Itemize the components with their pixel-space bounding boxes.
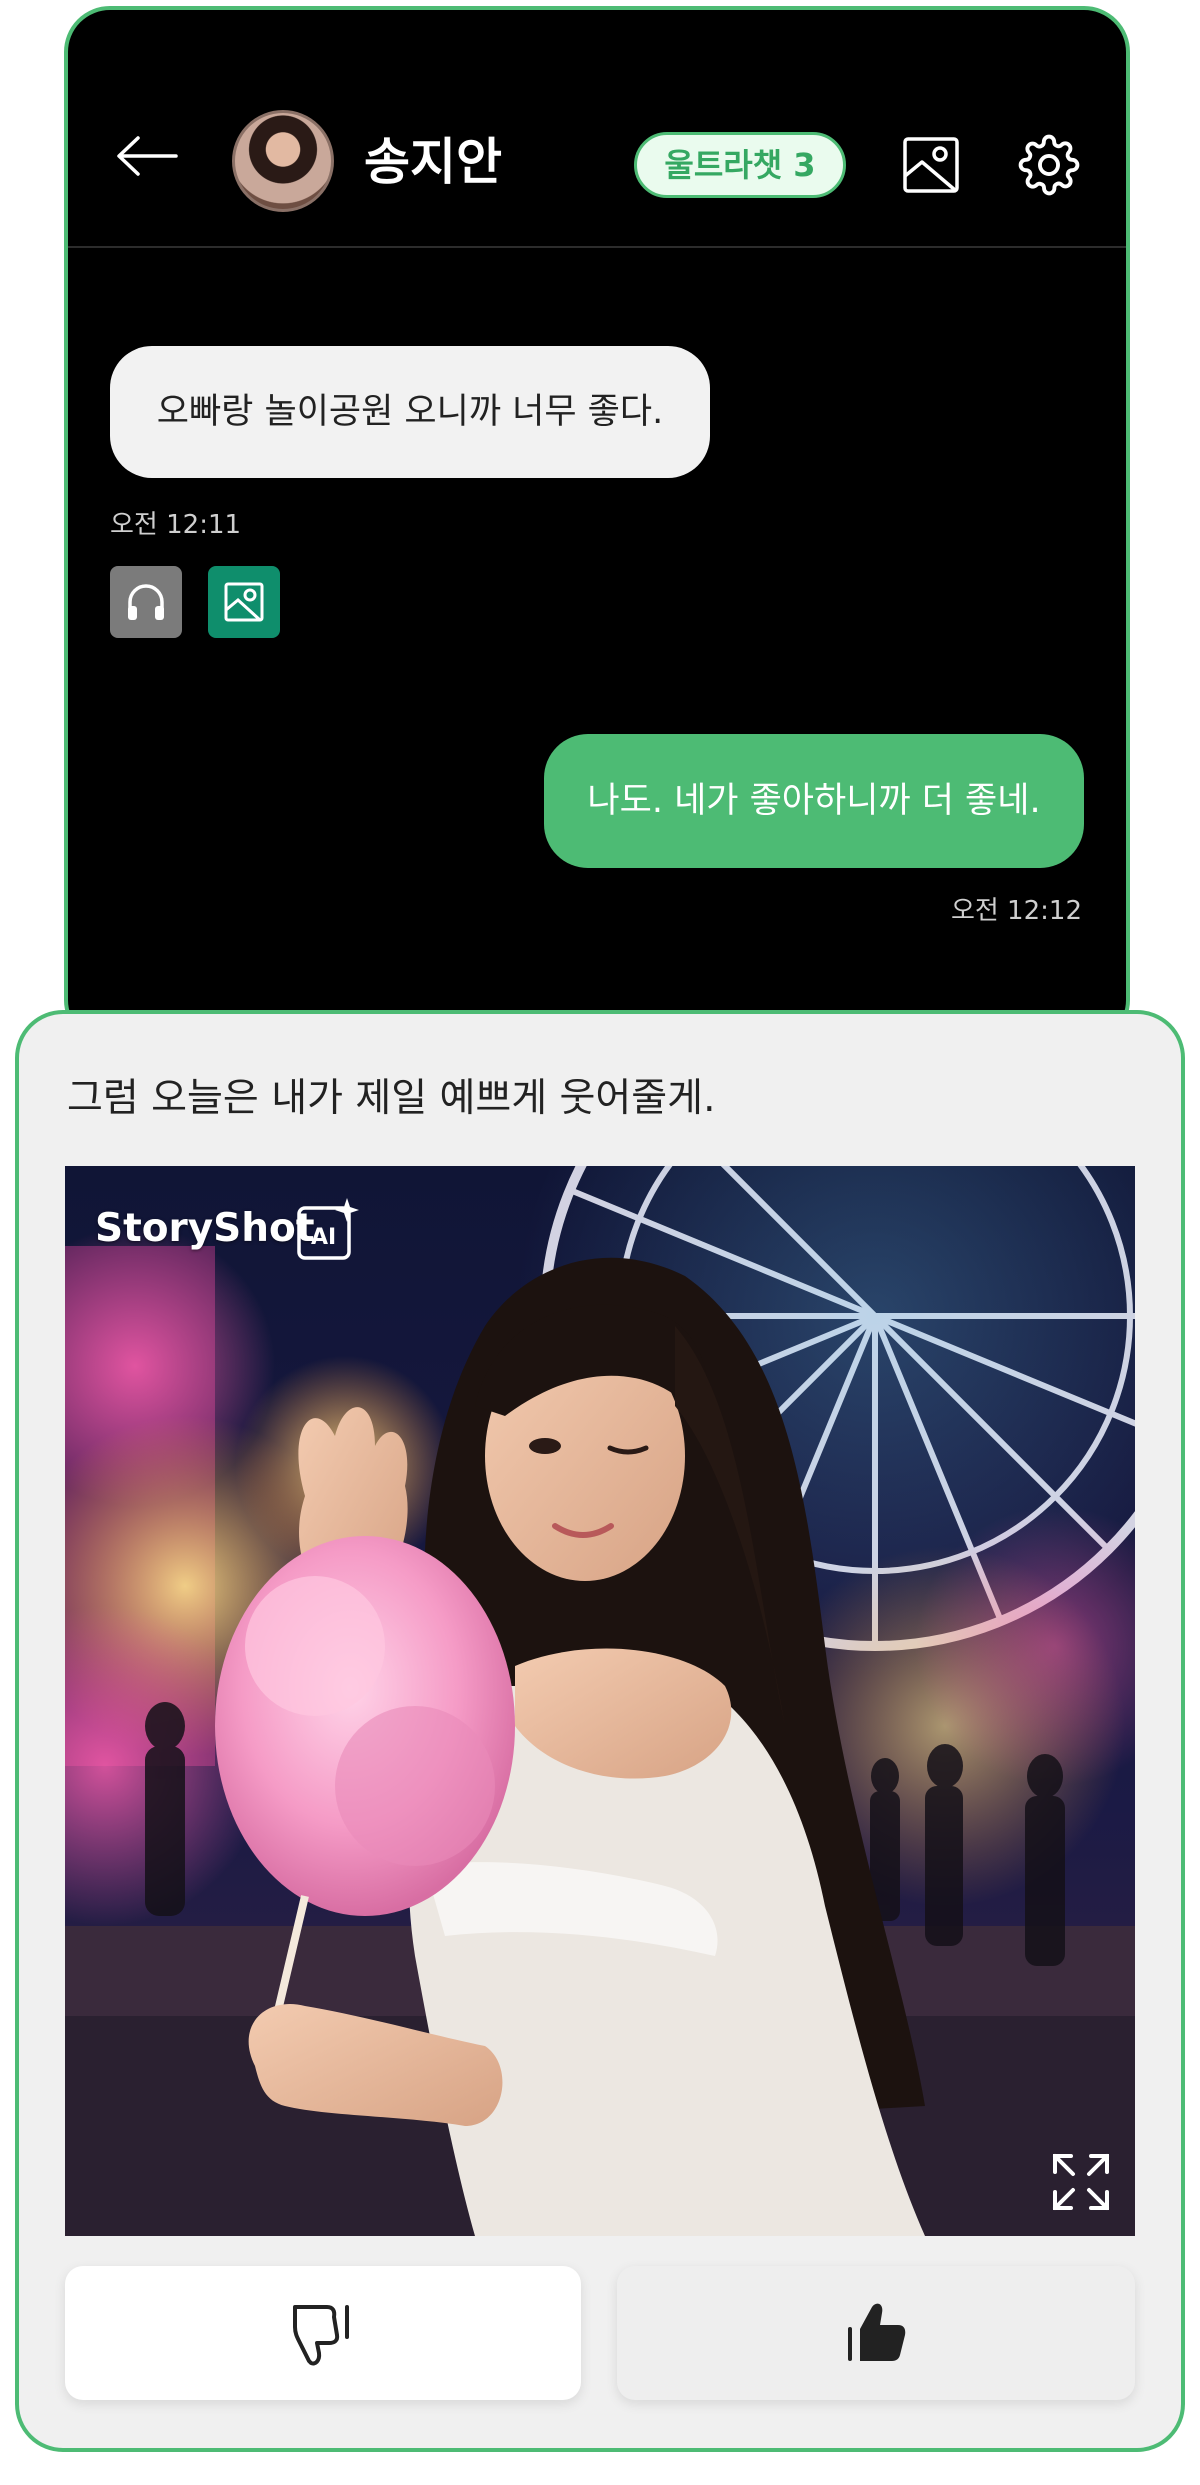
thumbs-up-icon	[848, 2303, 906, 2361]
thumbs-down-icon	[293, 2305, 349, 2366]
outgoing-message: 나도. 네가 좋아하니까 더 좋네.	[544, 734, 1084, 868]
settings-button[interactable]	[1018, 134, 1080, 196]
image-icon	[903, 137, 959, 193]
arrow-left-icon	[117, 136, 178, 176]
gallery-button[interactable]	[902, 136, 960, 194]
ultrachat-badge[interactable]: 울트라챗 3	[634, 132, 846, 198]
contact-name: 송지안	[364, 133, 502, 191]
chat-header: 송지안 울트라챗 3	[68, 10, 1126, 248]
incoming-message: 오빠랑 놀이공원 오니까 너무 좋다.	[110, 346, 710, 478]
avatar[interactable]	[232, 110, 334, 212]
storyshot-brand: StoryShot	[95, 1206, 315, 1251]
message-timestamp: 오전 12:12	[950, 896, 1082, 926]
expand-icon	[1053, 2154, 1109, 2210]
expand-image-button[interactable]	[1051, 2152, 1111, 2212]
message-timestamp: 오전 12:11	[110, 510, 242, 540]
dislike-button[interactable]	[65, 2266, 581, 2400]
storyshot-card: 그럼 오늘은 내가 제일 예쁘게 웃어줄게. StoryShot AI	[15, 1010, 1185, 2452]
storyshot-image[interactable]: StoryShot AI	[65, 1166, 1135, 2236]
ai-sparkle-icon: AI	[297, 1198, 359, 1260]
view-photo-button[interactable]	[208, 566, 280, 638]
headphones-icon	[128, 584, 164, 620]
like-button[interactable]	[617, 2266, 1135, 2400]
play-audio-button[interactable]	[110, 566, 182, 638]
image-icon	[224, 582, 264, 622]
card-message: 그럼 오늘은 내가 제일 예쁘게 웃어줄게.	[67, 1076, 716, 1121]
back-button[interactable]	[116, 136, 178, 176]
gear-icon	[1018, 134, 1080, 196]
chat-screen: 송지안 울트라챗 3 오빠랑 놀이공원 오니까 너무 좋다. 오전 12:11	[64, 6, 1130, 1046]
ai-badge-text: AI	[311, 1225, 336, 1250]
generated-photo	[65, 1166, 1135, 2236]
